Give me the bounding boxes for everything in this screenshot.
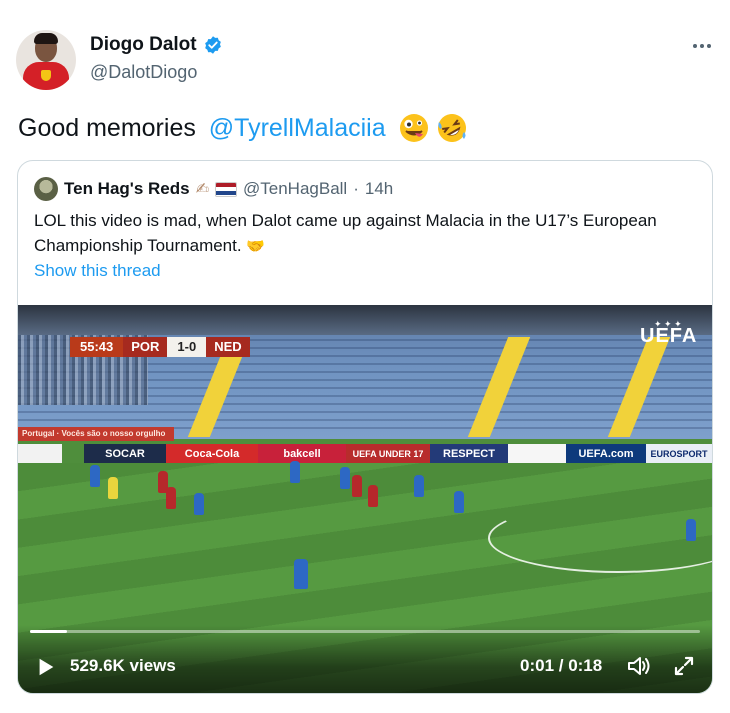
stand-banner: Portugal · Vocês são o nosso orgulho [18,427,174,441]
penalty-arc [488,503,712,573]
author-display-name[interactable]: Diogo Dalot [90,34,197,56]
player [340,467,350,489]
video-time: 0:01 / 0:18 [520,656,603,675]
quoted-author-avatar[interactable] [34,177,58,201]
netherlands-flag-emoji [215,181,237,197]
video-progress-fill [30,630,67,633]
player [294,559,308,589]
home-team: POR [123,337,168,357]
author-handle[interactable]: @DalotDiogo [90,62,223,83]
match-clock: 55:43 [70,337,124,357]
writing-hand-emoji: ✍ [195,181,209,198]
quoted-tweet-time[interactable]: 14h [365,179,393,199]
rolling-laughing-emoji [437,113,466,142]
quoted-author-display-name[interactable]: Ten Hag's Reds [64,179,190,199]
quoted-author-handle[interactable]: @TenHagBall [243,179,347,199]
player [414,475,424,497]
ad-board-3: bakcell [258,444,346,464]
dot [693,44,697,48]
ad-board-4: UEFA UNDER 17 [346,444,430,464]
fullscreen-icon[interactable] [672,654,696,678]
show-thread-link[interactable]: Show this thread [34,261,161,281]
tweet-mention-link[interactable]: @TyrellMalaciia [209,114,386,143]
meta-separator: · [353,179,359,198]
ad-board-blank [18,444,62,464]
play-icon[interactable] [35,656,57,678]
video-player[interactable]: 55:43 POR 1-0 NED ✦ ✦ ✦ UEFA Portugal · … [18,305,712,693]
video-view-count: 529.6K views [70,656,176,675]
avatar-hair [34,33,58,44]
video-progress-bar[interactable] [30,630,700,633]
dot [707,44,711,48]
tweet-text-prefix: Good memories [18,113,203,142]
quoted-tweet-card[interactable]: Ten Hag's Reds ✍ @TenHagBall · 14h LOL t… [17,160,713,694]
player [368,485,378,507]
broadcaster-logo: UEFA [640,325,698,347]
quoted-tweet-header: Ten Hag's Reds ✍ @TenHagBall · 14h [34,177,393,201]
ad-board-7: EUROSPORT [646,444,712,464]
ad-board-2: Coca-Cola [166,444,258,464]
ad-board-5: RESPECT [430,444,508,464]
player [90,465,100,487]
stadium-stands [18,305,712,439]
ad-board-blank-2 [508,444,566,464]
author-avatar[interactable] [16,30,76,90]
tweet-card: Diogo Dalot @DalotDiogo Good memories @T… [0,0,730,713]
ad-board-6: UEFA.com [566,444,646,464]
player [290,461,300,483]
more-options-icon[interactable] [690,38,714,54]
match-score: 1-0 [167,337,207,357]
zany-face-emoji [399,114,428,142]
ad-board-1: SOCAR [84,444,166,464]
scorebug: 55:43 POR 1-0 NED [70,337,250,357]
player [166,487,176,509]
avatar-crest [41,70,51,81]
player [194,493,204,515]
author-name-block: Diogo Dalot @DalotDiogo [90,34,223,83]
volume-icon[interactable] [626,654,652,678]
handshake-emoji: 🤝 [246,238,266,255]
quoted-tweet-text-block: LOL this video is mad, when Dalot came u… [34,208,674,259]
verified-badge-icon [204,36,221,54]
referee [108,477,118,499]
quoted-tweet-text: LOL this video is mad, when Dalot came u… [34,211,657,255]
stadium-roof [18,305,712,335]
tweet-text: Good memories @TyrellMalaciia [18,112,468,144]
dot [700,44,704,48]
away-team: NED [206,337,250,357]
player [352,475,362,497]
player [686,519,696,541]
player [454,491,464,513]
author-display-name-row[interactable]: Diogo Dalot [90,34,223,56]
